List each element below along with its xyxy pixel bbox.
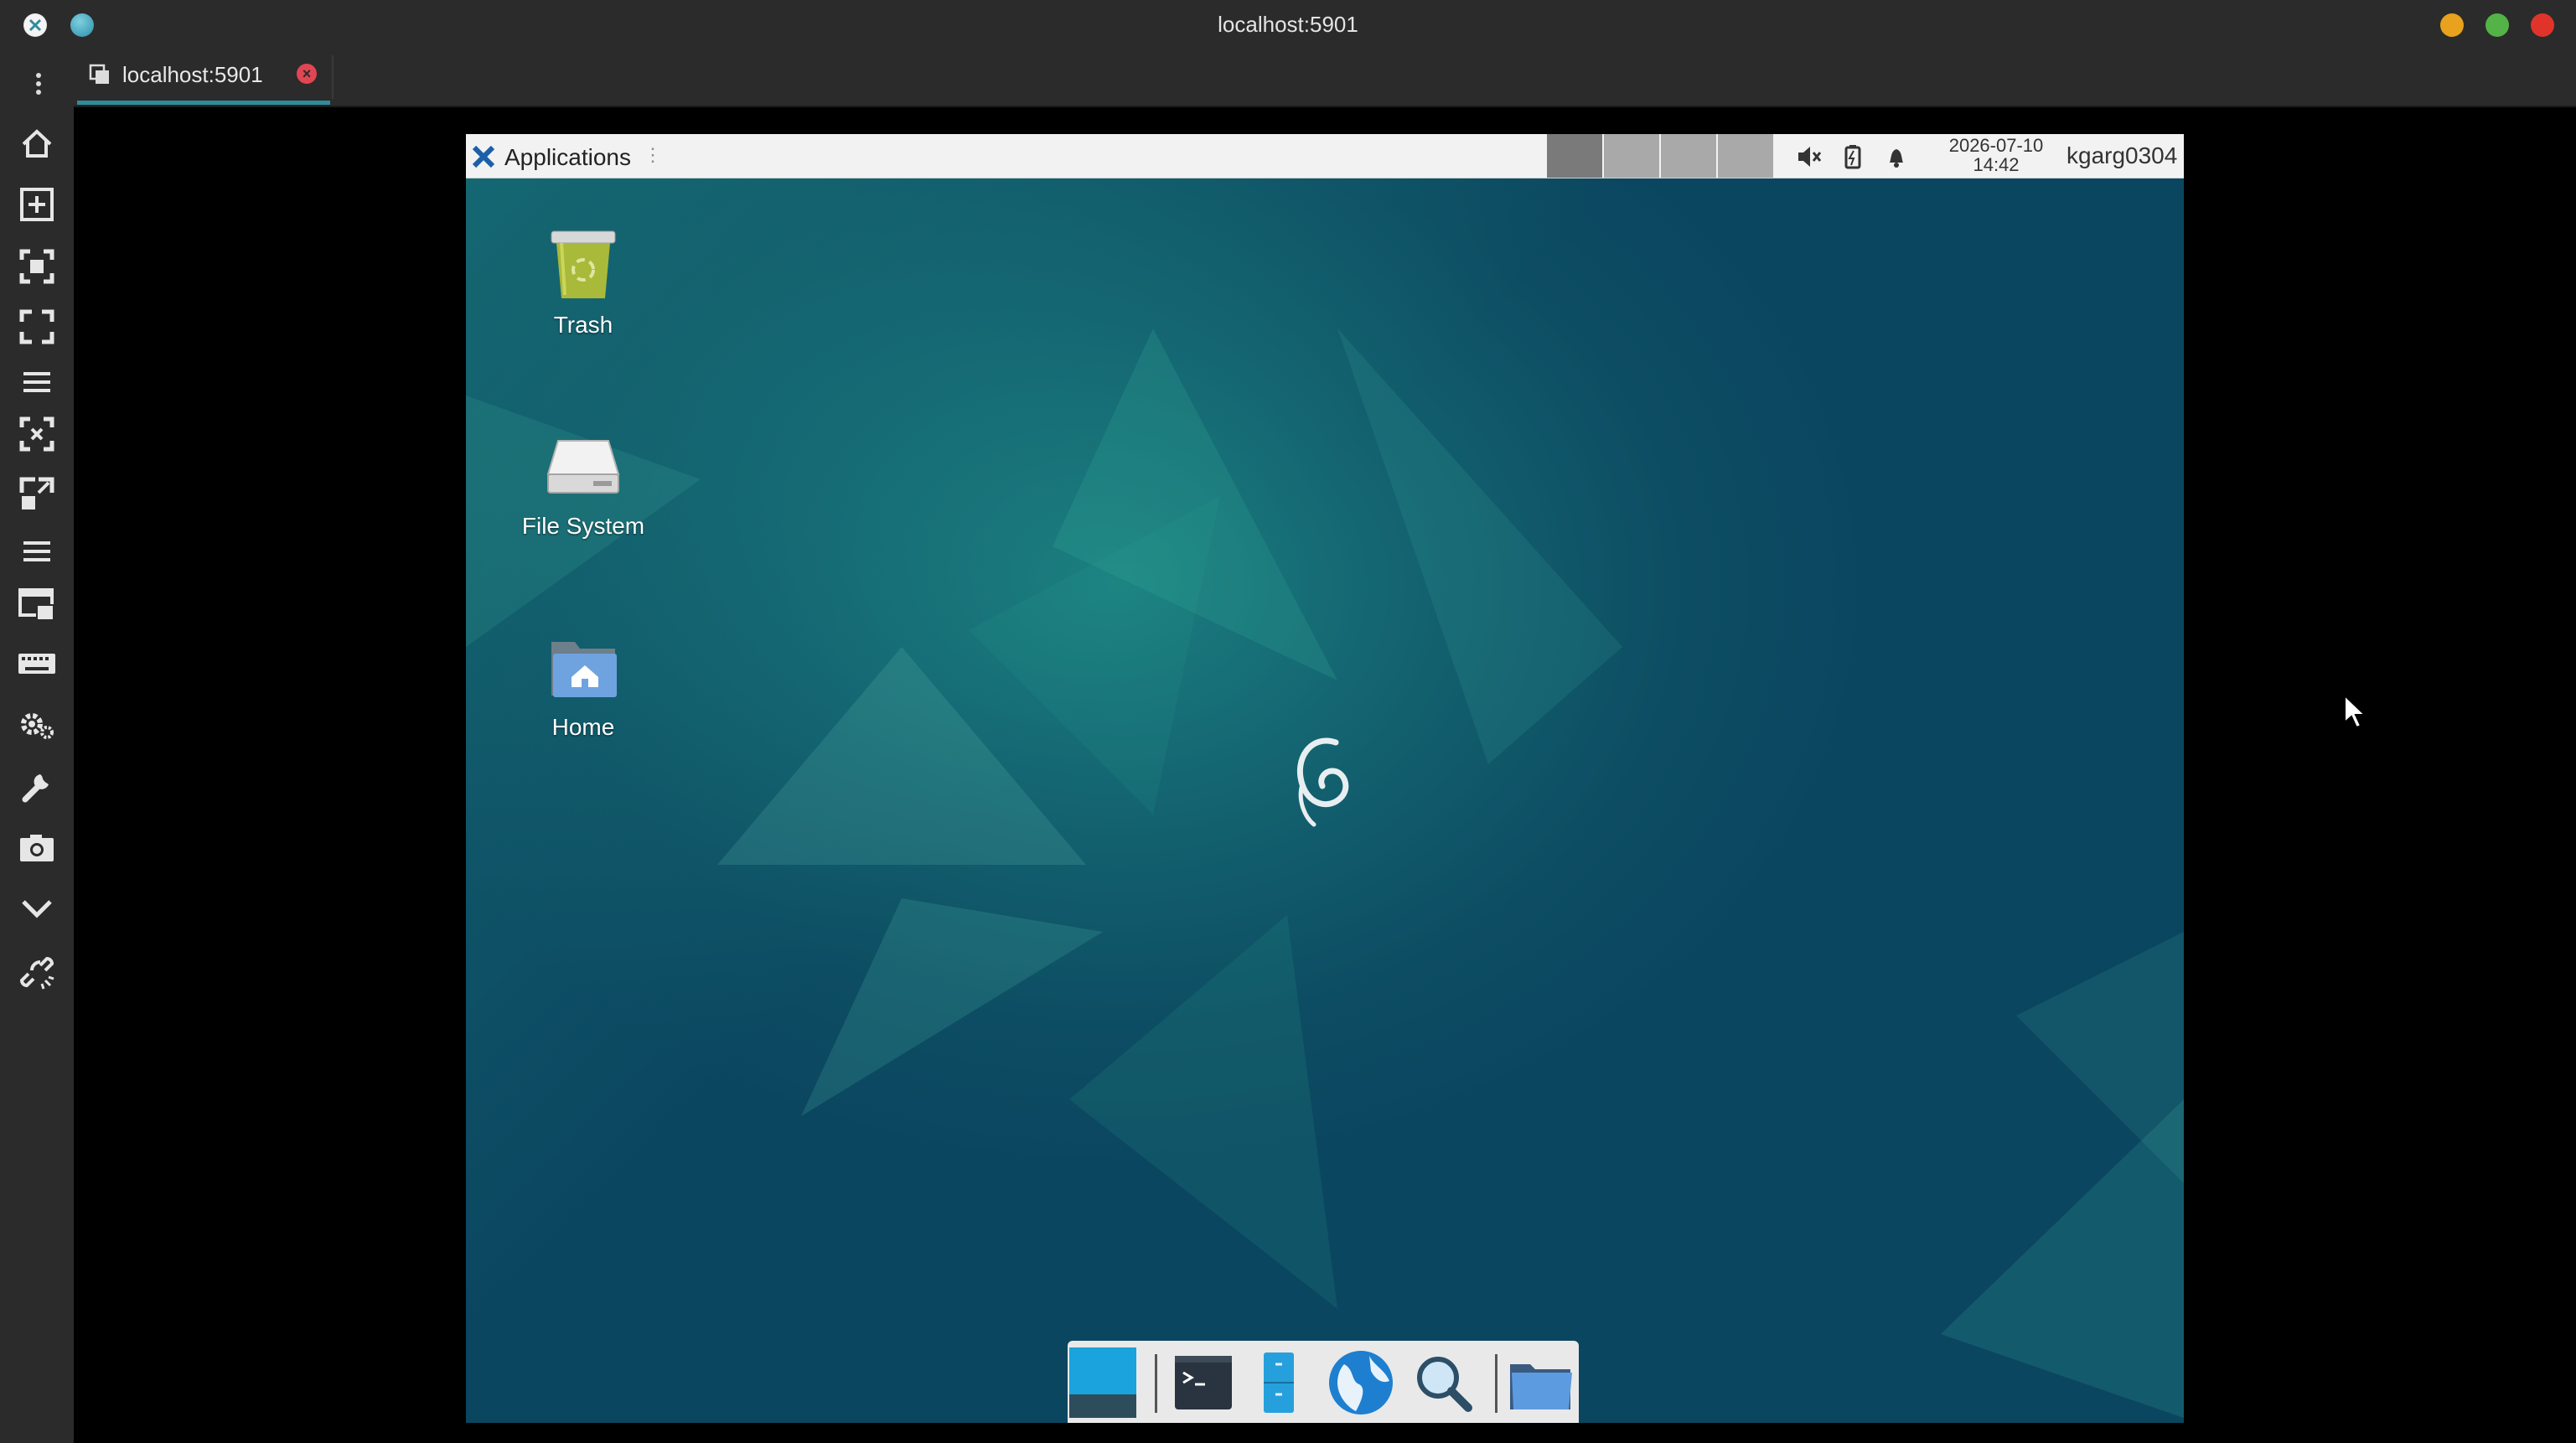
debian-logo: [1296, 737, 1349, 827]
app-finder-icon[interactable]: [1408, 1347, 1478, 1418]
mouse-cursor-icon: [2343, 693, 2368, 731]
drive-icon: [541, 422, 625, 506]
chevron-down-icon[interactable]: [12, 883, 62, 934]
remote-desktop[interactable]: Applications ⋮ 2026-07-10 14:42 kgarg030…: [466, 134, 2184, 1423]
trash-icon: [541, 221, 625, 305]
more-menu-icon[interactable]: [22, 67, 55, 101]
applications-label: Applications: [504, 144, 631, 170]
desktop-icon-home[interactable]: Home: [508, 623, 659, 741]
window-title: localhost:5901: [1218, 12, 1358, 37]
keyboard-icon[interactable]: [12, 639, 62, 689]
panel-handle-icon: ⋮: [644, 144, 662, 165]
terminal-icon[interactable]: [1168, 1347, 1239, 1418]
bell-icon[interactable]: [1882, 142, 1911, 171]
clock-date: 2026-07-10: [1948, 135, 2044, 156]
folder-icon[interactable]: [1505, 1347, 1575, 1418]
desktop-icon-label: Trash: [553, 312, 613, 338]
desktop-icon-trash[interactable]: Trash: [508, 221, 659, 339]
home-icon[interactable]: [12, 119, 62, 169]
resize-icon[interactable]: [12, 469, 62, 520]
user-menu[interactable]: kgarg0304: [2066, 142, 2177, 169]
disconnect-icon[interactable]: [12, 947, 62, 997]
maximize-button[interactable]: [2485, 13, 2509, 37]
workspace-4[interactable]: [1718, 134, 1775, 178]
tab-localhost[interactable]: localhost:5901 ×: [77, 50, 330, 105]
tab-label: localhost:5901: [122, 62, 263, 87]
home-folder-icon: [541, 623, 625, 707]
web-browser-icon[interactable]: [1326, 1347, 1396, 1418]
clock-time: 14:42: [1973, 154, 2020, 175]
settings-icon[interactable]: [12, 699, 62, 749]
multi-monitor-icon[interactable]: [12, 580, 62, 630]
desktop-icon-label: File System: [521, 513, 645, 539]
dock-separator-2: [1495, 1354, 1497, 1413]
workspace-1[interactable]: [1547, 134, 1604, 178]
workspace-2[interactable]: [1604, 134, 1661, 178]
dock-separator: [1155, 1354, 1157, 1413]
file-manager-icon[interactable]: [1244, 1347, 1314, 1418]
close-icon[interactable]: ×: [297, 64, 317, 84]
xfce-logo-icon: [471, 144, 496, 169]
menu-lines-icon-2[interactable]: [12, 526, 62, 577]
remote-session-icon: [89, 64, 111, 85]
bottom-dock: [1068, 1341, 1579, 1423]
mute-icon[interactable]: [1795, 142, 1823, 171]
tools-icon[interactable]: [12, 761, 62, 811]
tab-strip: localhost:5901 ×: [0, 50, 2576, 107]
screenshot-icon[interactable]: [12, 823, 62, 873]
show-desktop-icon[interactable]: [1068, 1347, 1138, 1418]
battery-icon[interactable]: [1839, 142, 1867, 171]
sidebar: [0, 106, 74, 1443]
fullscreen-icon[interactable]: [12, 302, 62, 352]
tab-divider: [332, 55, 334, 99]
new-tab-icon[interactable]: [12, 179, 62, 230]
minimize-button[interactable]: [2440, 13, 2464, 37]
clock[interactable]: 2026-07-10 14:42: [1939, 134, 2053, 174]
title-bar: localhost:5901: [0, 0, 2576, 51]
desktop-icon-label: Home: [551, 714, 615, 740]
scale-to-window-icon[interactable]: [12, 241, 62, 292]
desktop-icon-file-system[interactable]: File System: [508, 422, 659, 540]
close-button[interactable]: [2531, 13, 2554, 37]
fit-window-icon[interactable]: [12, 409, 62, 459]
menu-lines-icon[interactable]: [12, 357, 62, 407]
xfce-top-panel: Applications ⋮ 2026-07-10 14:42 kgarg030…: [466, 134, 2184, 178]
workspace-3[interactable]: [1661, 134, 1718, 178]
